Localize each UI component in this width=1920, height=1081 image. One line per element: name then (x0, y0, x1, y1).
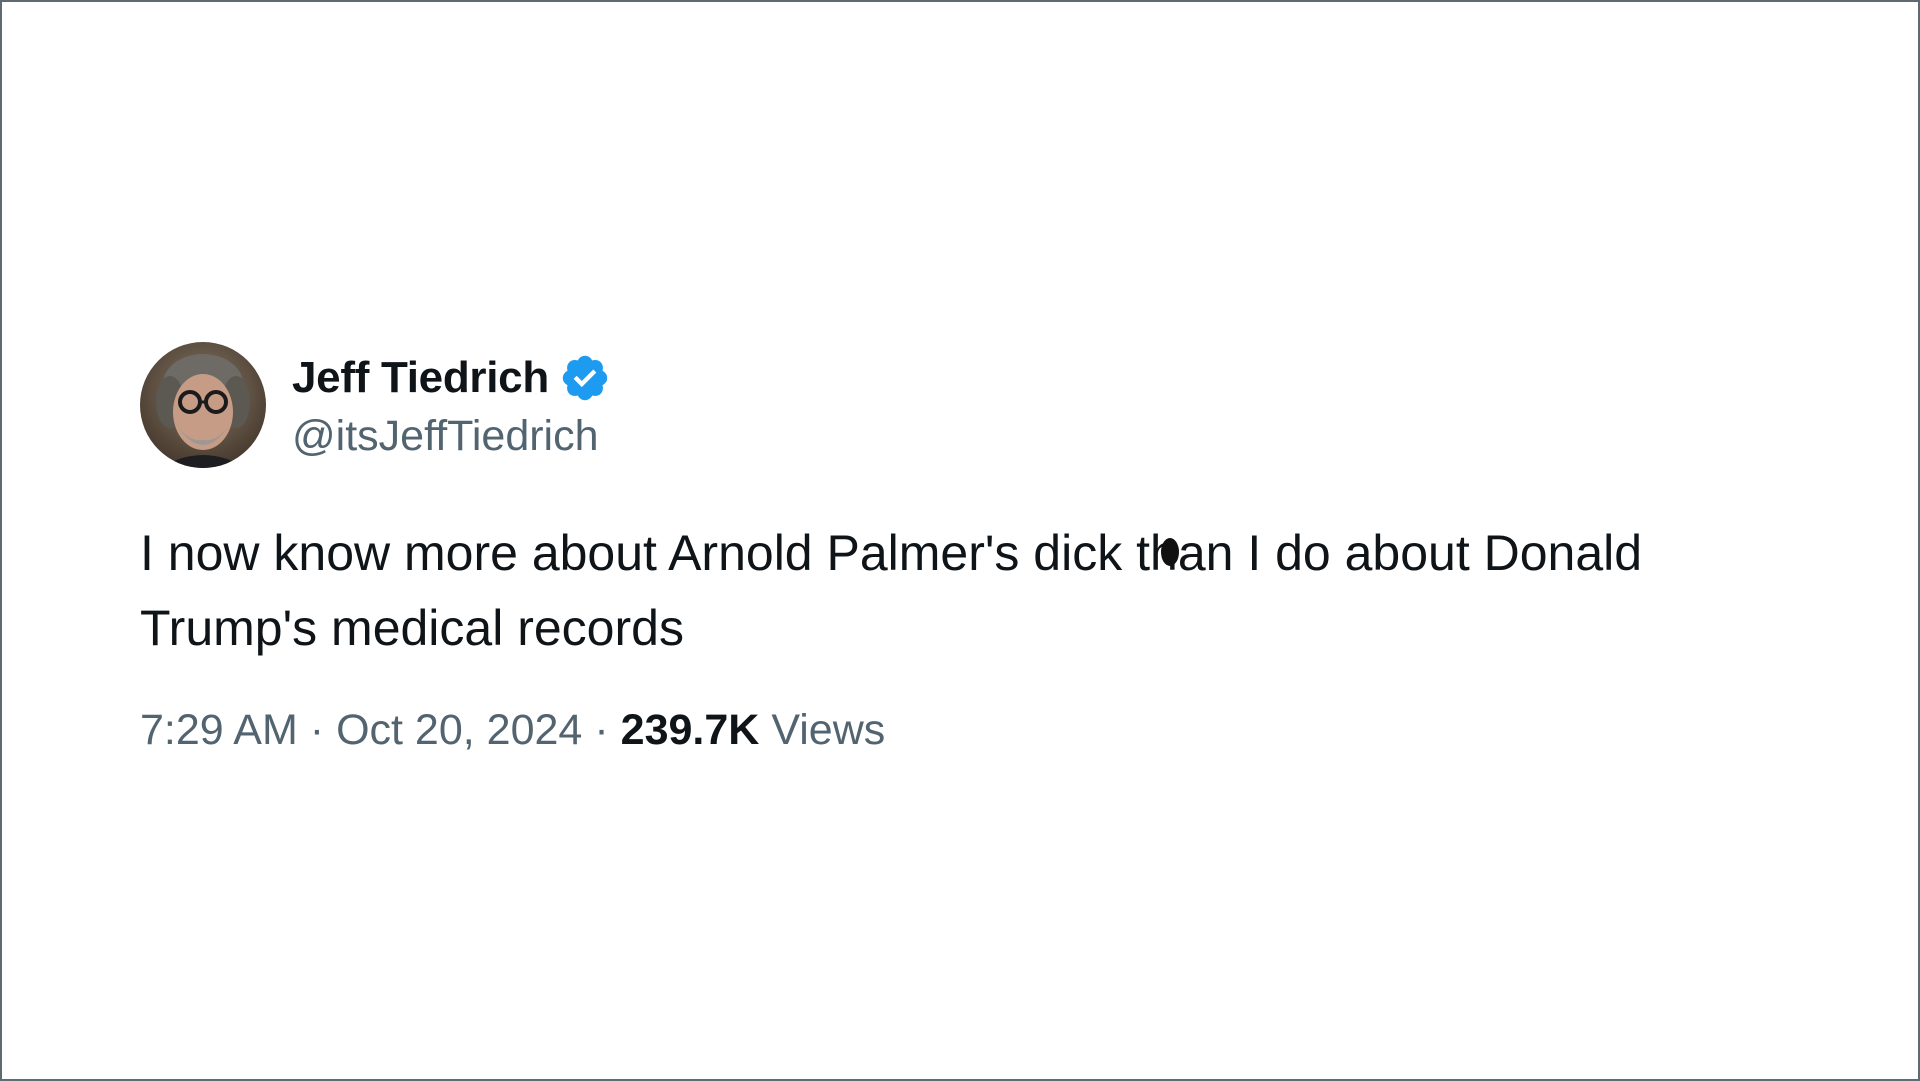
tweet-date[interactable]: Oct 20, 2024 (336, 706, 582, 755)
meta-separator: · (309, 706, 325, 754)
tweet-meta: 7:29 AM · Oct 20, 2024 · 239.7K Views (140, 706, 1840, 755)
screenshot-frame: Jeff Tiedrich @itsJeffTiedrich I now kno… (0, 0, 1920, 1081)
tweet-header: Jeff Tiedrich @itsJeffTiedrich (140, 342, 1840, 468)
meta-separator: · (594, 706, 609, 754)
tweet-card: Jeff Tiedrich @itsJeffTiedrich I now kno… (140, 342, 1840, 755)
name-row: Jeff Tiedrich (292, 350, 611, 406)
tweet-time[interactable]: 7:29 AM (140, 706, 298, 755)
author-display-name[interactable]: Jeff Tiedrich (292, 353, 549, 403)
author-names: Jeff Tiedrich @itsJeffTiedrich (292, 350, 611, 461)
tweet-text: I now know more about Arnold Palmer's di… (140, 525, 1643, 656)
views-label[interactable]: Views (771, 706, 885, 755)
text-cursor-icon (1161, 538, 1179, 566)
author-avatar[interactable] (140, 342, 266, 468)
author-handle[interactable]: @itsJeffTiedrich (292, 412, 611, 461)
verified-checkmark-icon[interactable] (559, 352, 611, 404)
views-count[interactable]: 239.7K (621, 706, 760, 755)
